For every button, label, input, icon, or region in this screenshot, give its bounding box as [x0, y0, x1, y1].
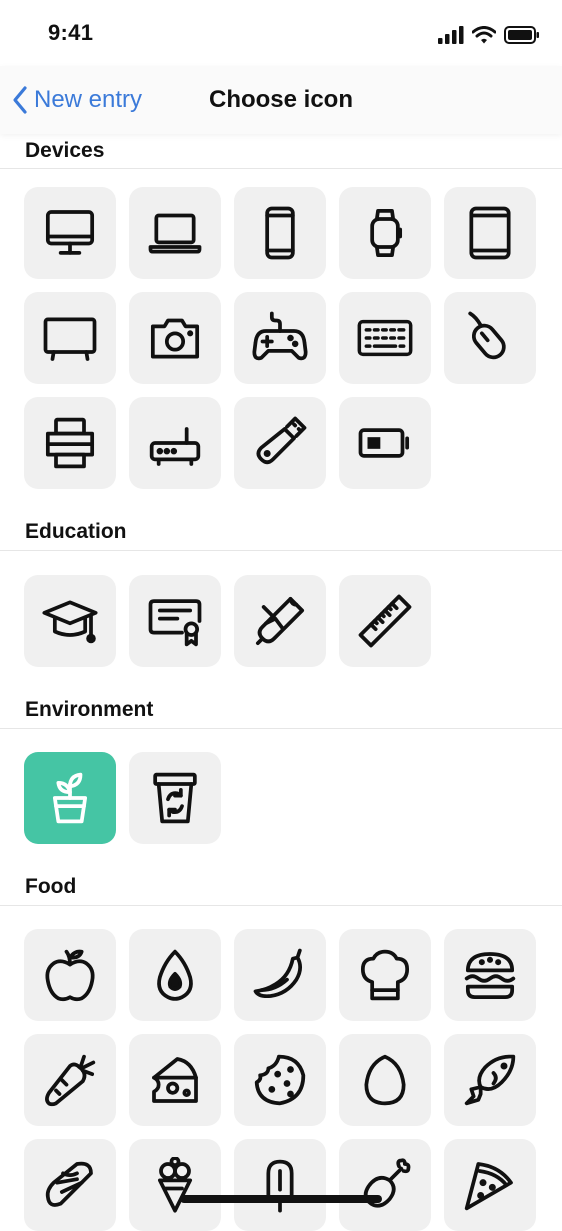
- hot-dog-icon: [45, 1161, 93, 1207]
- icon-tile-gamepad[interactable]: [234, 292, 326, 384]
- icon-tile-usb-drive[interactable]: [234, 397, 326, 489]
- icon-tile-camera[interactable]: [129, 292, 221, 384]
- icon-tile-laptop[interactable]: [129, 187, 221, 279]
- icon-tile-plant-pot[interactable]: [24, 752, 116, 844]
- battery-status-icon: [504, 26, 539, 44]
- section-header-environment: Environment: [0, 688, 562, 729]
- icon-tile-avocado[interactable]: [129, 929, 221, 1021]
- icon-tile-ice-cream[interactable]: [129, 1139, 221, 1231]
- icon-tile-desktop[interactable]: [24, 187, 116, 279]
- icon-tile-recycling-bin[interactable]: [129, 752, 221, 844]
- section-title: Education: [25, 520, 127, 543]
- battery-icon: [358, 428, 410, 458]
- usb-drive-icon: [256, 416, 307, 465]
- banana-icon: [253, 948, 302, 999]
- egg-icon: [364, 1054, 406, 1106]
- cookie-icon: [254, 1054, 306, 1106]
- icon-tile-banana[interactable]: [234, 929, 326, 1021]
- icon-tile-carrot[interactable]: [24, 1034, 116, 1126]
- tablet-icon: [469, 206, 511, 260]
- section-header-education: Education: [0, 510, 562, 551]
- section-title: Food: [25, 875, 77, 898]
- icon-tile-popsicle[interactable]: [234, 1139, 326, 1231]
- status-time: 9:41: [48, 20, 94, 45]
- icon-tile-certificate[interactable]: [129, 575, 221, 667]
- status-bar: 9:41: [0, 0, 562, 66]
- pizza-icon: [464, 1162, 513, 1211]
- fish-icon: [464, 1054, 516, 1106]
- carrot-icon: [45, 1054, 96, 1107]
- icon-tile-chef-hat[interactable]: [339, 929, 431, 1021]
- signal-icon: [438, 26, 464, 44]
- icon-tile-diploma[interactable]: [234, 575, 326, 667]
- icon-tile-printer[interactable]: [24, 397, 116, 489]
- icon-tile-hot-dog[interactable]: [24, 1139, 116, 1231]
- icon-tile-keyboard[interactable]: [339, 292, 431, 384]
- page-title: Choose icon: [208, 86, 353, 113]
- tv-icon: [43, 317, 97, 361]
- icon-tile-cookie[interactable]: [234, 1034, 326, 1126]
- home-indicator[interactable]: [180, 1195, 382, 1203]
- icon-tile-router[interactable]: [129, 397, 221, 489]
- router-icon: [149, 427, 201, 466]
- section-header-food: Food: [0, 865, 562, 906]
- navigation-bar: New entry Choose icon: [0, 66, 562, 134]
- ruler-icon: [358, 594, 412, 648]
- section-header-devices: Devices: [0, 134, 562, 169]
- icon-tile-cheese[interactable]: [129, 1034, 221, 1126]
- laptop-icon: [148, 213, 202, 254]
- cheese-icon: [152, 1057, 198, 1103]
- icon-tile-apple[interactable]: [24, 929, 116, 1021]
- plant-pot-icon: [52, 772, 88, 824]
- section-title: Environment: [25, 698, 154, 721]
- desktop-icon: [45, 210, 95, 255]
- icon-tile-battery[interactable]: [339, 397, 431, 489]
- icon-tile-smartwatch[interactable]: [339, 187, 431, 279]
- popsicle-icon: [266, 1159, 294, 1213]
- icon-tile-pizza[interactable]: [444, 1139, 536, 1231]
- icon-tile-smartphone[interactable]: [234, 187, 326, 279]
- gamepad-icon: [252, 311, 308, 361]
- smartwatch-icon: [370, 208, 403, 258]
- icon-tile-egg[interactable]: [339, 1034, 431, 1126]
- avocado-icon: [157, 949, 193, 1001]
- camera-icon: [150, 318, 200, 359]
- smartphone-icon: [265, 206, 295, 260]
- icon-tile-tablet[interactable]: [444, 187, 536, 279]
- diploma-icon: [255, 596, 305, 646]
- status-icons: [438, 24, 540, 46]
- burger-icon: [464, 952, 516, 1000]
- chef-hat-icon: [360, 949, 410, 1001]
- section-title: Devices: [25, 139, 105, 162]
- keyboard-icon: [357, 319, 413, 357]
- certificate-icon: [148, 599, 202, 647]
- recycling-bin-icon: [153, 772, 197, 824]
- ice-cream-icon: [157, 1157, 193, 1213]
- wifi-icon: [472, 26, 496, 44]
- printer-icon: [45, 417, 95, 469]
- icon-tile-burger[interactable]: [444, 929, 536, 1021]
- graduation-cap-icon: [42, 600, 98, 644]
- mouse-icon: [468, 311, 506, 360]
- icon-tile-mouse[interactable]: [444, 292, 536, 384]
- icon-tile-drumstick[interactable]: [339, 1139, 431, 1231]
- icon-tile-graduation-cap[interactable]: [24, 575, 116, 667]
- icon-tile-tv[interactable]: [24, 292, 116, 384]
- icon-tile-ruler[interactable]: [339, 575, 431, 667]
- drumstick-icon: [363, 1158, 411, 1208]
- icon-tile-fish[interactable]: [444, 1034, 536, 1126]
- apple-icon: [45, 949, 95, 1002]
